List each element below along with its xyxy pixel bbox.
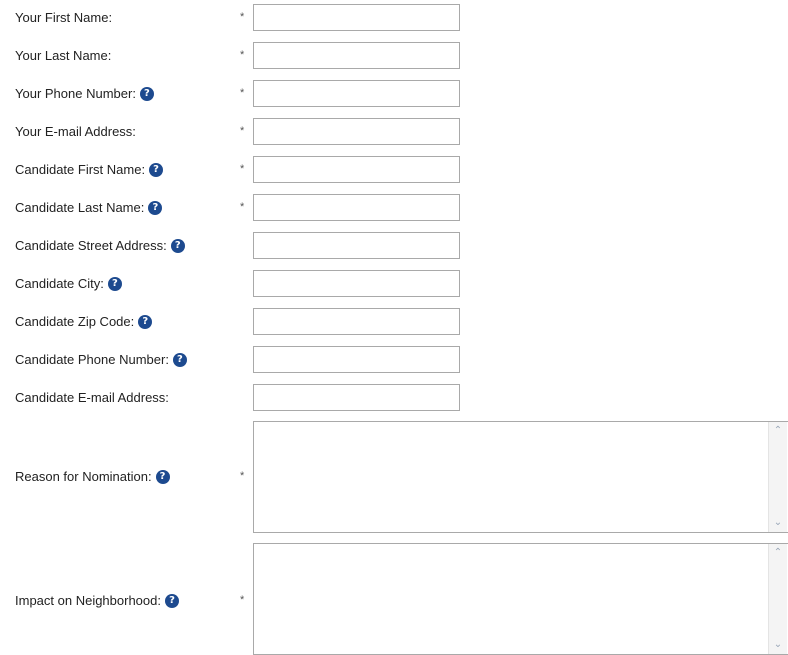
impact-scrollbar[interactable]: ⌃ ⌄: [768, 544, 787, 654]
candidate-email-label: Candidate E-mail Address:: [15, 390, 169, 405]
reason-textarea-frame: ⌃ ⌄: [253, 421, 788, 533]
scroll-up-icon[interactable]: ⌃: [769, 422, 787, 440]
impact-label: Impact on Neighborhood: ?: [15, 587, 179, 615]
required-marker: *: [240, 87, 245, 99]
help-icon[interactable]: ?: [155, 470, 170, 484]
help-icon[interactable]: ?: [170, 239, 185, 253]
required-marker: *: [240, 163, 245, 175]
help-icon[interactable]: ?: [139, 87, 154, 101]
required-marker: *: [240, 201, 245, 213]
required-marker: *: [240, 11, 245, 23]
help-icon[interactable]: ?: [149, 163, 164, 177]
required-marker: *: [240, 594, 245, 606]
candidate-first-name-label: Candidate First Name: ?: [15, 156, 164, 184]
candidate-phone-input[interactable]: [253, 346, 460, 373]
candidate-last-name-label: Candidate Last Name: ?: [15, 194, 163, 222]
reason-textarea[interactable]: [254, 422, 770, 532]
candidate-email-input[interactable]: [253, 384, 460, 411]
help-icon[interactable]: ?: [164, 594, 179, 608]
scroll-up-icon[interactable]: ⌃: [769, 544, 787, 562]
candidate-phone-label: Candidate Phone Number: ?: [15, 346, 187, 374]
scroll-down-icon[interactable]: ⌄: [769, 514, 787, 532]
candidate-city-label: Candidate City: ?: [15, 270, 122, 298]
candidate-street-input[interactable]: [253, 232, 460, 259]
required-marker: *: [240, 470, 245, 482]
help-icon[interactable]: ?: [138, 315, 153, 329]
candidate-street-label: Candidate Street Address: ?: [15, 232, 185, 260]
impact-textarea-frame: ⌃ ⌄: [253, 543, 788, 655]
impact-textarea[interactable]: [254, 544, 770, 654]
your-phone-input[interactable]: [253, 80, 460, 107]
candidate-city-input[interactable]: [253, 270, 460, 297]
candidate-first-name-input[interactable]: [253, 156, 460, 183]
reason-scrollbar[interactable]: ⌃ ⌄: [768, 422, 787, 532]
your-first-name-label: Your First Name:: [15, 10, 113, 25]
candidate-zip-label: Candidate Zip Code: ?: [15, 308, 153, 336]
your-last-name-label: Your Last Name:: [15, 48, 112, 63]
help-icon[interactable]: ?: [148, 201, 163, 215]
required-marker: *: [240, 49, 245, 61]
scroll-down-icon[interactable]: ⌄: [769, 636, 787, 654]
candidate-zip-input[interactable]: [253, 308, 460, 335]
your-email-input[interactable]: [253, 118, 460, 145]
your-email-label: Your E-mail Address:: [15, 124, 136, 139]
nomination-form: Your First Name: * Your Last Name: * You…: [0, 0, 788, 655]
required-marker: *: [240, 125, 245, 137]
help-icon[interactable]: ?: [107, 277, 122, 291]
candidate-last-name-input[interactable]: [253, 194, 460, 221]
your-last-name-input[interactable]: [253, 42, 460, 69]
reason-label: Reason for Nomination: ?: [15, 463, 170, 491]
your-first-name-input[interactable]: [253, 4, 460, 31]
your-phone-label: Your Phone Number: ?: [15, 80, 154, 108]
help-icon[interactable]: ?: [172, 353, 187, 367]
